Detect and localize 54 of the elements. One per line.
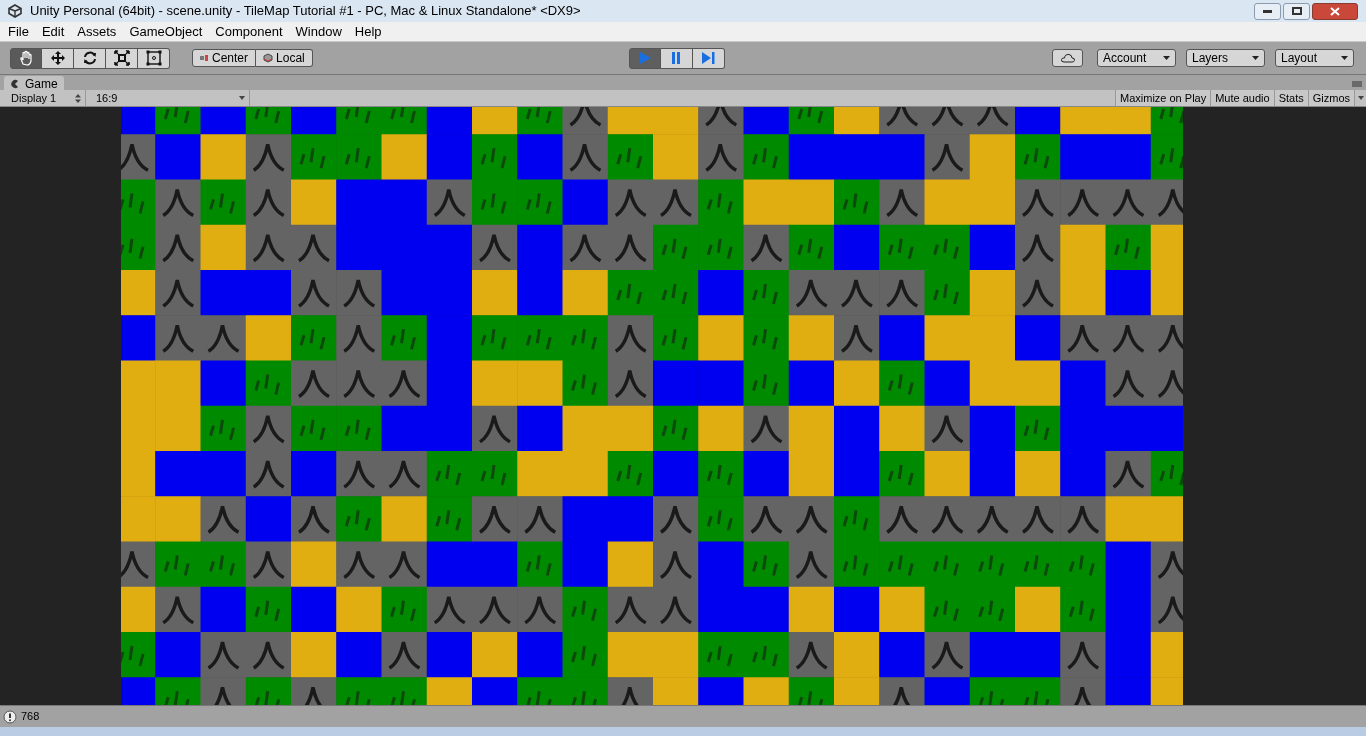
dropdown-button[interactable]: Account — [1097, 49, 1176, 67]
scale-icon — [113, 50, 130, 66]
menu-item[interactable]: File — [2, 21, 35, 42]
toolbar-dropdown-button[interactable] — [1354, 90, 1366, 106]
close-icon — [1330, 6, 1340, 16]
window-title: Unity Personal (64bit) - scene.unity - TileMap Tutorial #1 - PC, Mac & Linux Standalone* <DX9> — [30, 2, 581, 21]
unity-logo-icon — [8, 4, 22, 18]
pivot-icon — [200, 54, 209, 62]
toggle-button[interactable]: Gizmos — [1307, 90, 1354, 106]
move-arrows-icon — [49, 50, 66, 66]
step-icon — [700, 50, 717, 66]
caret-icon — [1252, 56, 1259, 60]
tool-button[interactable] — [10, 47, 42, 69]
rect-tool-icon — [145, 50, 162, 66]
dropdown-button[interactable]: Layout — [1275, 49, 1354, 67]
toggle-button[interactable]: Mute audio — [1210, 90, 1274, 106]
rotate-icon — [81, 50, 98, 66]
game-tab-icon — [10, 78, 20, 89]
aspect-dropdown[interactable]: 16:9 — [90, 90, 250, 106]
status-message: 768 — [21, 709, 40, 725]
menu-item[interactable]: Component — [209, 21, 289, 42]
tool-button[interactable] — [74, 47, 106, 69]
menu-item[interactable]: GameObject — [123, 21, 209, 42]
tool-button[interactable] — [42, 47, 74, 69]
caret-icon — [1341, 56, 1348, 60]
minimize-button[interactable] — [1254, 2, 1281, 20]
caret-icon — [239, 96, 245, 100]
caret-icon — [1163, 56, 1170, 60]
minimize-icon — [1263, 9, 1272, 13]
hand-icon — [18, 50, 34, 66]
up-down-arrows-icon — [75, 93, 81, 103]
caret-icon — [1357, 96, 1364, 100]
tool-button[interactable] — [138, 47, 170, 69]
toggle-button[interactable]: Stats — [1273, 90, 1308, 106]
toggle-button[interactable]: Maximize on Play — [1115, 90, 1211, 106]
maximize-icon — [1291, 7, 1302, 15]
menu-item[interactable]: Help — [348, 21, 388, 42]
pivot-button[interactable]: Center — [192, 49, 257, 67]
cloud-icon — [1059, 53, 1076, 63]
tool-button[interactable] — [106, 47, 138, 69]
cloud-button[interactable] — [1052, 49, 1083, 67]
pivot-button[interactable]: Local — [256, 49, 313, 67]
menu-item[interactable]: Edit — [35, 21, 71, 42]
play-button[interactable] — [628, 47, 661, 69]
maximize-button[interactable] — [1283, 2, 1310, 20]
cube-icon — [263, 53, 274, 63]
display-dropdown[interactable]: Display 1 — [4, 90, 86, 106]
close-button[interactable] — [1312, 2, 1358, 20]
dropdown-button[interactable]: Layers — [1186, 49, 1265, 67]
step-button[interactable] — [692, 47, 725, 69]
warning-icon — [3, 709, 17, 724]
pause-button[interactable] — [660, 47, 693, 69]
menu-item[interactable]: Assets — [71, 21, 123, 42]
menu-item[interactable]: Window — [289, 21, 348, 42]
